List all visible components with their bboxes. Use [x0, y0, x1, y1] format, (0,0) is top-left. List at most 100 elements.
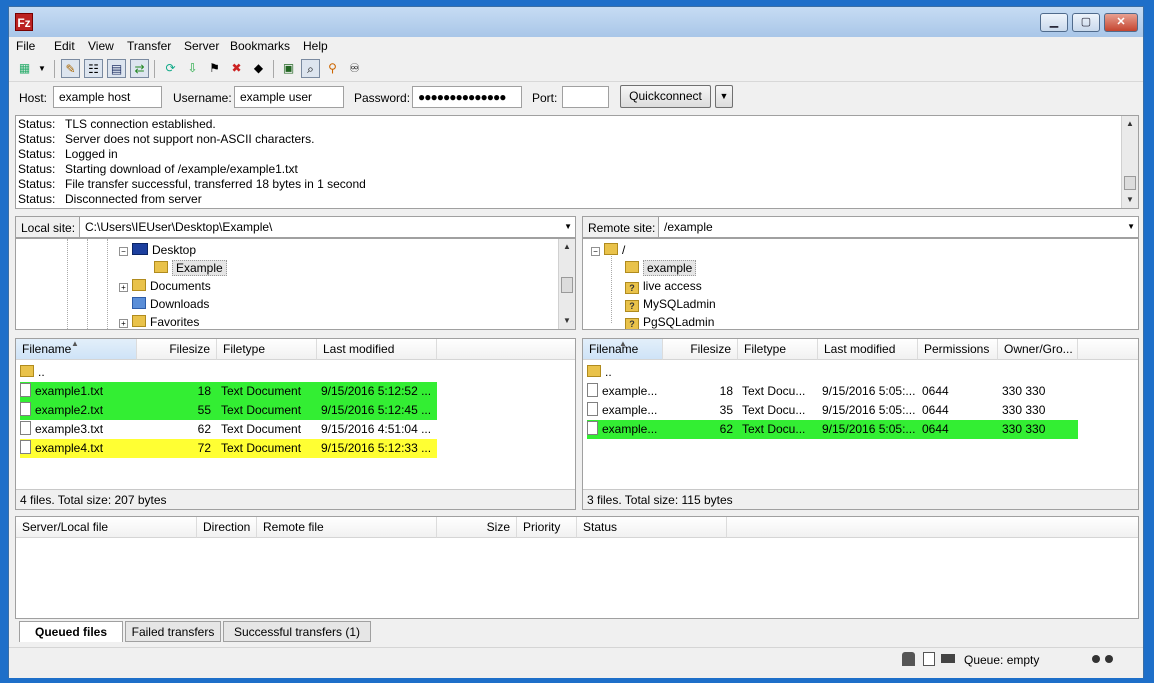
column-header-last-modified[interactable]: Last modified — [818, 339, 918, 360]
expand-icon[interactable]: + — [119, 283, 128, 292]
expand-icon[interactable]: + — [119, 319, 128, 328]
tab-queued-files[interactable]: Queued files — [19, 621, 123, 642]
file-row[interactable]: example2.txt 55 Text Document 9/15/2016 … — [20, 401, 437, 420]
site-manager-icon[interactable]: ▦ — [15, 59, 34, 78]
file-row[interactable]: example3.txt 62 Text Document 9/15/2016 … — [20, 420, 437, 439]
column-header-filename[interactable]: ▲ Filename — [16, 339, 137, 360]
file-row[interactable]: example... 62 Text Docu... 9/15/2016 5:0… — [587, 420, 1078, 439]
username-input[interactable] — [234, 86, 344, 108]
column-header-priority[interactable]: Priority — [517, 517, 577, 538]
column-header-permissions[interactable]: Permissions — [918, 339, 998, 360]
log-line: Status: Starting download of /example/exa… — [18, 162, 298, 176]
unknown-folder-icon: ? — [625, 318, 639, 329]
compare-icon[interactable]: ▣ — [279, 59, 298, 78]
menu-file[interactable]: File — [16, 39, 35, 53]
close-button[interactable]: ✕ — [1104, 13, 1138, 32]
scroll-up-icon[interactable]: ▲ — [1122, 116, 1138, 132]
dropdown-arrow-icon[interactable]: ▼ — [36, 59, 48, 78]
speed-limit-icon[interactable] — [941, 654, 955, 663]
menu-transfer[interactable]: Transfer — [127, 39, 171, 53]
local-directory-tree[interactable]: − Desktop Example + Documents Downloads + F… — [15, 238, 576, 330]
column-header-owner-group[interactable]: Owner/Gro... — [998, 339, 1078, 360]
title-bar[interactable]: Fz ▁ ▢ ✕ — [9, 7, 1143, 37]
column-header-last-modified[interactable]: Last modified — [317, 339, 437, 360]
file-row[interactable]: example... 35 Text Docu... 9/15/2016 5:0… — [587, 401, 1078, 420]
tree-item-example[interactable]: example — [625, 259, 697, 277]
transfer-queue[interactable]: Server/Local file Direction Remote file … — [15, 516, 1139, 619]
scroll-thumb[interactable] — [1124, 176, 1136, 190]
menu-bookmarks[interactable]: Bookmarks — [230, 39, 290, 53]
file-row[interactable]: example... 18 Text Docu... 9/15/2016 5:0… — [587, 382, 1078, 401]
tree-item-documents[interactable]: + Documents — [119, 277, 211, 295]
menu-help[interactable]: Help — [303, 39, 328, 53]
local-file-list[interactable]: ▲ Filename Filesize Filetype Last modifie… — [15, 338, 576, 510]
chevron-down-icon[interactable]: ▼ — [1127, 217, 1135, 237]
remote-path-combobox[interactable]: /example ▼ — [658, 216, 1139, 238]
maximize-button[interactable]: ▢ — [1072, 13, 1100, 32]
tab-successful-transfers[interactable]: Successful transfers (1) — [223, 621, 371, 642]
file-row[interactable]: example1.txt 18 Text Document 9/15/2016 … — [20, 382, 437, 401]
password-label: Password: — [354, 91, 411, 105]
tree-item-pgsqladmin[interactable]: ? PgSQLadmin — [625, 313, 714, 329]
column-header-size[interactable]: Size — [437, 517, 517, 538]
log-scrollbar[interactable]: ▲ ▼ — [1121, 116, 1138, 208]
toggle-queue-icon[interactable]: ⇄ — [130, 59, 149, 78]
filter-icon[interactable]: ⚲ — [323, 59, 342, 78]
column-header-filesize[interactable]: Filesize — [663, 339, 738, 360]
toggle-local-tree-icon[interactable]: ☷ — [84, 59, 103, 78]
column-header-filesize[interactable]: Filesize — [137, 339, 217, 360]
column-header-direction[interactable]: Direction — [197, 517, 257, 538]
menu-view[interactable]: View — [88, 39, 114, 53]
host-input[interactable] — [53, 86, 162, 108]
search-icon[interactable]: ♾ — [345, 59, 364, 78]
column-header-remote-file[interactable]: Remote file — [257, 517, 437, 538]
refresh-icon[interactable]: ⟳ — [161, 59, 180, 78]
column-header-filetype[interactable]: Filetype — [217, 339, 317, 360]
file-row-parent[interactable]: .. — [587, 363, 1078, 382]
menu-server[interactable]: Server — [184, 39, 219, 53]
sync-browse-icon[interactable]: ⌕ — [301, 59, 320, 78]
local-path-combobox[interactable]: C:\Users\IEUser\Desktop\Example\ ▼ — [79, 216, 576, 238]
tab-failed-transfers[interactable]: Failed transfers — [125, 621, 221, 642]
scroll-down-icon[interactable]: ▼ — [1122, 192, 1138, 208]
scroll-up-icon[interactable]: ▲ — [559, 239, 575, 255]
tree-item-favorites[interactable]: + Favorites — [119, 313, 199, 329]
process-queue-icon[interactable]: ⇩ — [183, 59, 202, 78]
quickconnect-dropdown-button[interactable]: ▼ — [715, 85, 733, 108]
column-header-filename[interactable]: ▲ Filename — [583, 339, 663, 360]
disconnect-icon[interactable]: ◆ — [249, 59, 268, 78]
tree-item-example[interactable]: Example — [154, 259, 227, 277]
column-header-status[interactable]: Status — [577, 517, 727, 538]
text-file-icon — [20, 440, 31, 454]
password-input[interactable] — [412, 86, 522, 108]
chevron-down-icon[interactable]: ▼ — [564, 217, 572, 237]
collapse-icon[interactable]: − — [591, 247, 600, 256]
collapse-icon[interactable]: − — [119, 247, 128, 256]
tree-item-live-access[interactable]: ? live access — [625, 277, 702, 295]
column-header-server-local-file[interactable]: Server/Local file — [16, 517, 197, 538]
tree-item-downloads[interactable]: Downloads — [132, 295, 209, 313]
binary-mode-icon[interactable] — [923, 652, 935, 666]
minimize-button[interactable]: ▁ — [1040, 13, 1068, 32]
flag-icon[interactable]: ⚑ — [205, 59, 224, 78]
scroll-thumb[interactable] — [561, 277, 573, 293]
tree-item-desktop[interactable]: − Desktop — [119, 241, 196, 259]
tree-item-mysqladmin[interactable]: ? MySQLadmin — [625, 295, 716, 313]
quickconnect-button[interactable]: Quickconnect — [620, 85, 711, 108]
message-log[interactable]: Status: TLS connection established. Statu… — [15, 115, 1139, 209]
column-header-filetype[interactable]: Filetype — [738, 339, 818, 360]
remote-directory-tree[interactable]: − / example ? live access ? MySQLadmin ? PgS… — [582, 238, 1139, 330]
desktop-icon — [132, 243, 148, 255]
scroll-down-icon[interactable]: ▼ — [559, 313, 575, 329]
cancel-icon[interactable]: ✖ — [227, 59, 246, 78]
local-tree-scrollbar[interactable]: ▲ ▼ — [558, 239, 575, 329]
file-row[interactable]: example4.txt 72 Text Document 9/15/2016 … — [20, 439, 437, 458]
menu-edit[interactable]: Edit — [54, 39, 75, 53]
file-row-parent[interactable]: .. — [20, 363, 437, 382]
username-label: Username: — [173, 91, 232, 105]
port-input[interactable] — [562, 86, 609, 108]
remote-file-list[interactable]: ▲ Filename Filesize Filetype Last modifie… — [582, 338, 1139, 510]
toggle-log-icon[interactable]: ✎ — [61, 59, 80, 78]
toggle-remote-tree-icon[interactable]: ▤ — [107, 59, 126, 78]
tree-item-root[interactable]: − / — [591, 241, 625, 259]
